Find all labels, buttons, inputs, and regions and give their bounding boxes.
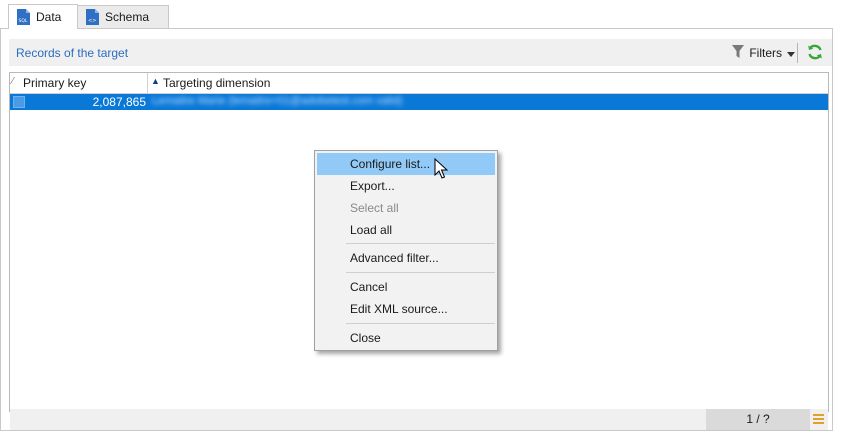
menu-separator (346, 272, 495, 273)
menu-item-export[interactable]: Export... (317, 175, 495, 197)
menu-item-configure-list[interactable]: Configure list... (317, 153, 495, 175)
menu-item-load-all[interactable]: Load all (317, 219, 495, 241)
funnel-icon (732, 44, 745, 61)
list-menu-icon[interactable] (813, 414, 824, 425)
column-grip-icon: ⁄ (12, 76, 14, 87)
records-header: Records of the target Filters (9, 39, 832, 66)
filters-label: Filters (749, 45, 782, 60)
sort-ascending-icon: ▲ (151, 76, 160, 86)
filters-button[interactable]: Filters (732, 43, 795, 62)
mouse-pointer-icon (434, 157, 449, 180)
tab-schema[interactable]: <> Schema (78, 5, 169, 29)
chevron-down-icon (787, 46, 795, 60)
refresh-icon[interactable] (807, 44, 823, 60)
tab-bar: SQL Data <> Schema (0, 0, 841, 29)
cell-targeting-dimension: Lemaitre Marie (lemaitre+01@adobetest.co… (152, 95, 403, 107)
table-row[interactable]: 2,087,865 Lemaitre Marie (lemaitre+01@ad… (10, 94, 828, 110)
menu-separator (346, 323, 495, 324)
schema-file-icon: <> (86, 9, 99, 25)
menu-item-advanced-filter[interactable]: Advanced filter... (317, 247, 495, 269)
menu-item-cancel[interactable]: Cancel (317, 276, 495, 298)
menu-item-edit-xml-source[interactable]: Edit XML source... (317, 298, 495, 320)
menu-separator (346, 243, 495, 244)
records-title: Records of the target (16, 46, 129, 60)
tab-data-label: Data (36, 10, 62, 24)
svg-text:<>: <> (88, 18, 96, 24)
tab-schema-label: Schema (105, 10, 150, 24)
menu-item-select-all: Select all (350, 201, 399, 215)
context-menu: Configure list... Export... Select all L… (314, 150, 498, 351)
pager-indicator: 1 / ? (706, 409, 810, 430)
cell-primary-key: 2,087,865 (92, 95, 146, 109)
column-primary-key[interactable]: ⁄ Primary key (10, 73, 148, 93)
svg-text:SQL: SQL (19, 18, 28, 24)
grid-header: ⁄ Primary key ▲ Targeting dimension (10, 73, 828, 94)
toolbar-divider (797, 43, 798, 63)
menu-item-close[interactable]: Close (317, 327, 495, 349)
tab-data[interactable]: SQL Data (8, 4, 78, 29)
sql-file-icon: SQL (17, 9, 30, 25)
column-primary-key-label: Primary key (23, 76, 87, 90)
column-targeting-dimension-label: Targeting dimension (163, 76, 271, 90)
grid-footer: 1 / ? (10, 409, 828, 430)
